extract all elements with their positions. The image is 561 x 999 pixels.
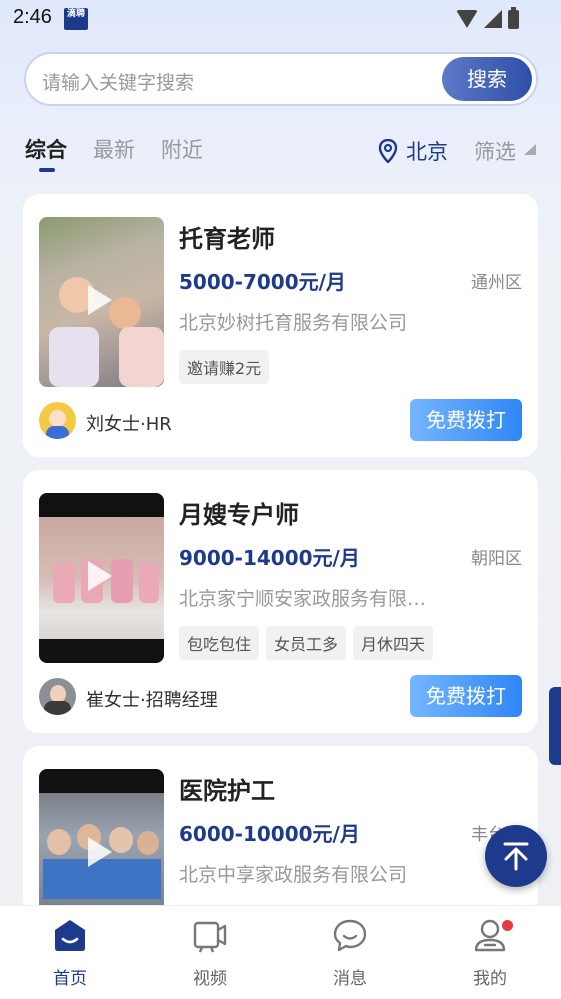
search-bar[interactable]: 请输入关键字搜索 搜索 <box>24 52 538 106</box>
job-salary: 9000-14000元/月 <box>179 546 360 570</box>
tab-active-indicator <box>39 168 55 172</box>
avatar <box>39 678 76 715</box>
tab-label: 综合 <box>25 138 67 162</box>
contact-name: 崔女士·招聘经理 <box>86 690 218 711</box>
back-to-top-button[interactable] <box>485 825 547 887</box>
status-time: 2:46 <box>13 6 52 28</box>
job-district: 通州区 <box>471 273 522 293</box>
nav-messages[interactable]: 消息 <box>305 916 395 989</box>
wifi-icon <box>456 10 478 28</box>
nav-label: 首页 <box>53 969 87 989</box>
contact-name: 刘女士·HR <box>86 414 172 435</box>
location-city: 北京 <box>406 140 448 164</box>
avatar <box>39 402 76 439</box>
job-video-thumbnail[interactable] <box>39 493 164 663</box>
job-tag: 女员工多 <box>266 626 347 660</box>
nav-profile[interactable]: 我的 <box>445 916 535 989</box>
nav-label: 消息 <box>333 969 367 989</box>
tab-nearby[interactable]: 附近 <box>161 134 203 164</box>
search-button[interactable]: 搜索 <box>442 57 532 101</box>
location-pin-icon <box>378 139 398 163</box>
call-button[interactable]: 免费拨打 <box>410 399 522 441</box>
tab-comprehensive[interactable]: 综合 <box>25 134 67 172</box>
job-video-thumbnail[interactable] <box>39 217 164 387</box>
job-card[interactable]: 医院护工 6000-10000元/月 丰台区 北京中享家政服务有限公司 <box>23 746 538 939</box>
notification-badge <box>502 920 513 931</box>
bottom-nav: 首页 视频 消息 我的 <box>0 905 561 999</box>
search-input[interactable]: 请输入关键字搜索 <box>42 68 194 95</box>
nav-label: 我的 <box>473 969 507 989</box>
status-icons <box>456 6 519 29</box>
location-selector[interactable]: 北京 <box>378 136 448 166</box>
job-title: 医院护工 <box>179 777 275 805</box>
video-icon <box>193 921 227 953</box>
home-icon <box>55 920 85 951</box>
filter-button[interactable]: 筛选 <box>474 136 516 166</box>
arrow-up-icon <box>503 842 529 871</box>
job-title: 托育老师 <box>179 225 275 253</box>
filter-dropdown-icon <box>524 144 536 155</box>
play-icon <box>88 561 112 591</box>
job-card[interactable]: 托育老师 5000-7000元/月 通州区 北京妙树托育服务有限公司 邀请赚2元… <box>23 194 538 457</box>
sort-tabs: 综合 最新 附近 <box>25 134 203 172</box>
job-salary: 6000-10000元/月 <box>179 822 360 846</box>
job-company: 北京妙树托育服务有限公司 <box>179 312 408 334</box>
job-company: 北京中享家政服务有限公司 <box>179 864 408 886</box>
job-salary: 5000-7000元/月 <box>179 270 346 294</box>
job-tags: 包吃包住 女员工多 月休四天 <box>179 626 434 660</box>
job-card[interactable]: 月嫂专户师 9000-14000元/月 朝阳区 北京家宁顺安家政服务有限… 包吃… <box>23 470 538 733</box>
call-button[interactable]: 免费拨打 <box>410 675 522 717</box>
job-tag: 邀请赚2元 <box>179 350 270 384</box>
signal-icon <box>484 10 502 28</box>
job-title: 月嫂专户师 <box>179 501 299 529</box>
app-icon-label: 滴聘 <box>66 9 85 19</box>
nav-label: 视频 <box>193 969 227 989</box>
job-tags: 邀请赚2元 <box>179 350 270 384</box>
job-tag: 月休四天 <box>353 626 434 660</box>
play-icon <box>88 837 112 867</box>
tab-label: 最新 <box>93 138 135 162</box>
tab-label: 附近 <box>161 138 203 162</box>
battery-icon <box>508 6 519 29</box>
job-tag: 包吃包住 <box>179 626 260 660</box>
message-icon <box>333 919 367 952</box>
nav-video[interactable]: 视频 <box>165 916 255 989</box>
play-icon <box>88 285 112 315</box>
job-company: 北京家宁顺安家政服务有限… <box>179 588 427 610</box>
tab-latest[interactable]: 最新 <box>93 134 135 164</box>
side-drawer-handle[interactable] <box>549 687 561 765</box>
job-district: 朝阳区 <box>471 549 522 569</box>
app-notification-icon: 滴聘 <box>64 8 88 30</box>
status-bar: 2:46 滴聘 <box>0 0 561 40</box>
nav-home[interactable]: 首页 <box>25 916 115 989</box>
